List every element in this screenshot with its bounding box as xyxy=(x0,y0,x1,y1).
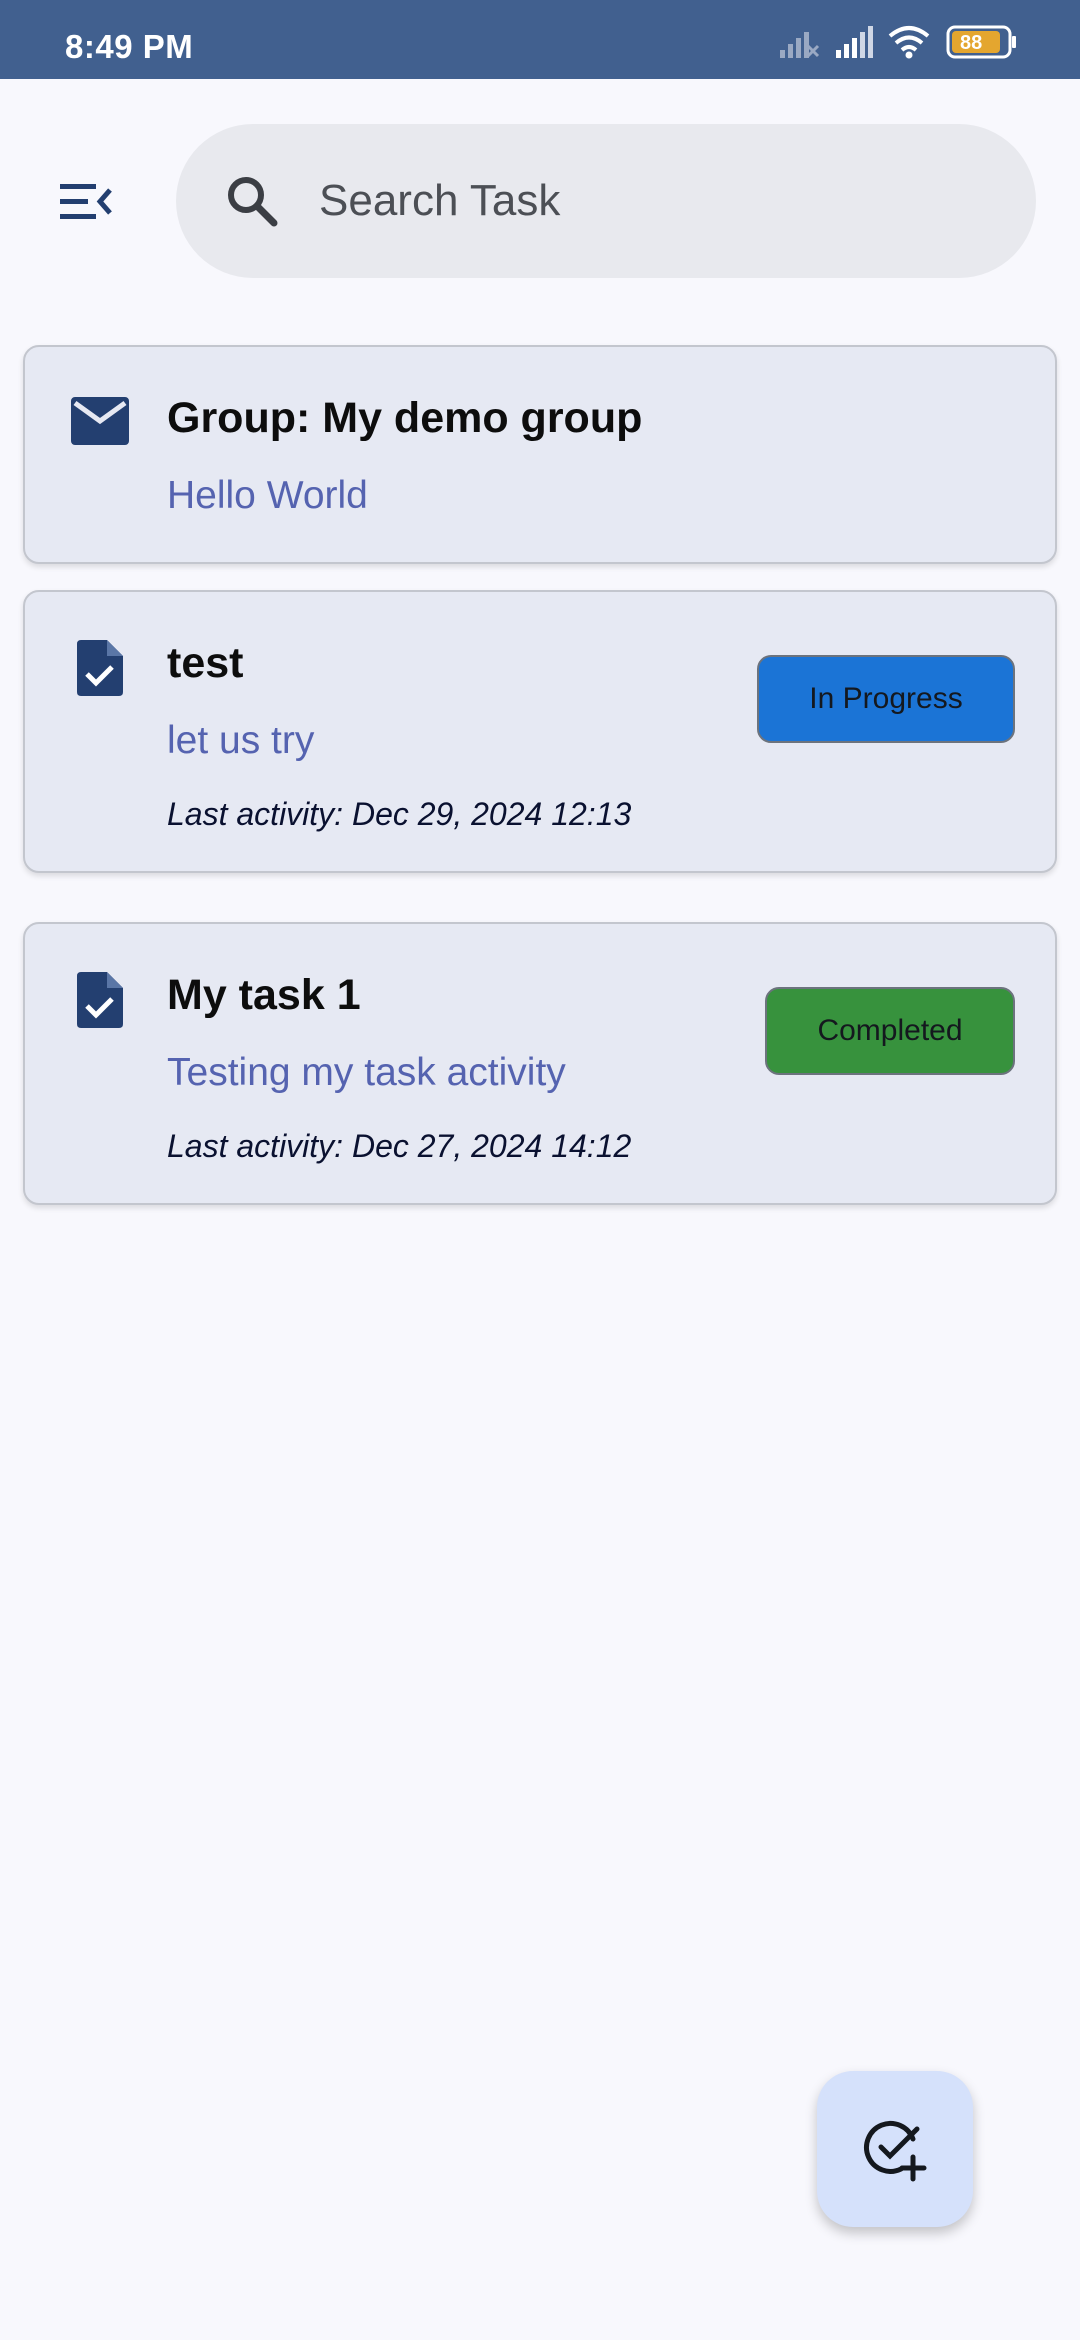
task-last-activity: Last activity: Dec 29, 2024 12:13 xyxy=(167,796,632,832)
signal-off-icon xyxy=(780,32,820,58)
search-input[interactable]: Search Task xyxy=(319,176,560,226)
task-last-activity: Last activity: Dec 27, 2024 14:12 xyxy=(167,1128,632,1164)
task-file-check-icon xyxy=(77,640,123,696)
signal-icon xyxy=(836,26,873,58)
menu-button[interactable] xyxy=(58,180,114,224)
add-task-button[interactable] xyxy=(817,2071,973,2227)
task-title: test xyxy=(167,639,244,687)
task-file-check-icon xyxy=(77,972,123,1028)
task-title: My task 1 xyxy=(167,971,361,1019)
status-bar: 8:49 PM 88 xyxy=(0,0,1080,79)
task-description: Testing my task activity xyxy=(167,1051,566,1094)
status-badge[interactable]: Completed xyxy=(765,987,1015,1075)
task-card[interactable]: My task 1 Testing my task activity Last … xyxy=(23,922,1057,1205)
status-badge[interactable]: In Progress xyxy=(757,655,1015,743)
task-card[interactable]: test let us try Last activity: Dec 29, 2… xyxy=(23,590,1057,873)
search-bar[interactable]: Search Task xyxy=(176,124,1036,278)
status-icons: 88 xyxy=(778,24,1018,60)
group-card[interactable]: Group: My demo group Hello World xyxy=(23,345,1057,564)
mail-icon xyxy=(71,397,129,445)
add-task-icon xyxy=(864,2120,927,2182)
group-title: Group: My demo group xyxy=(167,394,643,442)
menu-open-icon xyxy=(60,184,112,219)
task-description: let us try xyxy=(167,719,315,762)
battery-level: 88 xyxy=(960,32,983,54)
wifi-icon xyxy=(888,26,930,59)
search-icon xyxy=(228,177,278,227)
group-message: Hello World xyxy=(167,474,368,517)
screen: 8:49 PM 88 Search Task Group: My demo gr… xyxy=(0,0,1080,2340)
status-time: 8:49 PM xyxy=(65,28,194,65)
